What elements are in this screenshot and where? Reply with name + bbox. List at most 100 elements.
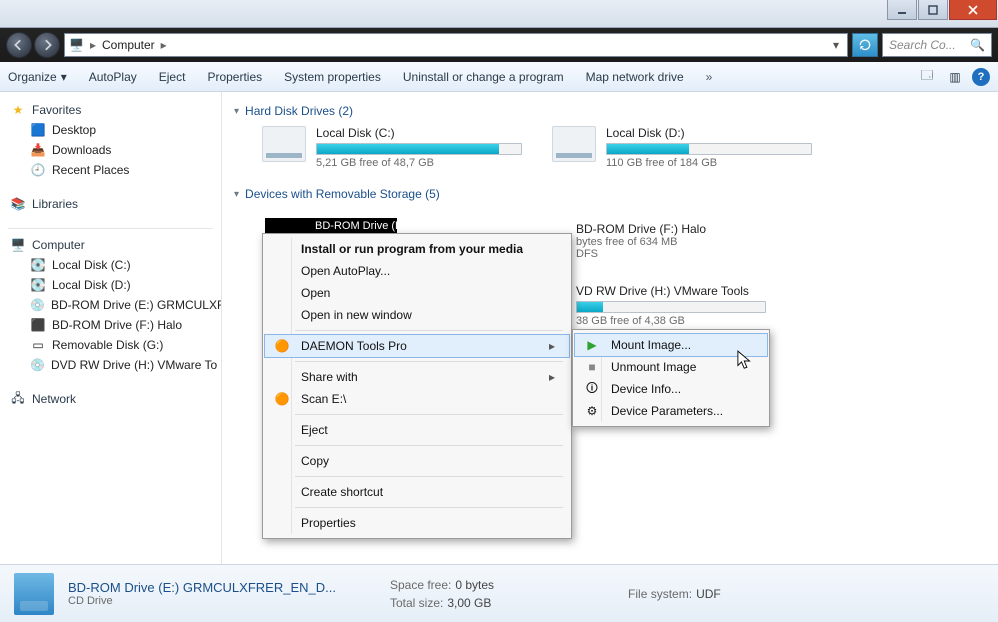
disk-icon: 💽 [30, 257, 46, 273]
usb-icon: ▭ [30, 337, 46, 353]
sub-unmount-image[interactable]: ■Unmount Image [575, 356, 767, 378]
search-box[interactable]: Search Co... 🔍 [882, 33, 992, 57]
search-placeholder: Search Co... [889, 38, 956, 52]
daemon-icon: 🟠 [273, 339, 291, 353]
sidebar-item-dvd-h[interactable]: 💿DVD RW Drive (H:) VMware To [4, 355, 217, 375]
sub-mount-image[interactable]: ▶Mount Image... [574, 333, 768, 357]
minimize-button[interactable] [887, 0, 917, 20]
ctx-eject[interactable]: Eject [265, 419, 569, 441]
capacity-bar [576, 301, 766, 313]
collapse-icon: ▾ [234, 189, 239, 200]
sidebar-item-local-d[interactable]: 💽Local Disk (D:) [4, 275, 217, 295]
category-removable[interactable]: ▾Devices with Removable Storage (5) [234, 187, 986, 201]
sub-device-info[interactable]: 🛈Device Info... [575, 378, 767, 400]
refresh-button[interactable] [852, 33, 878, 57]
status-filesystem: UDF [696, 587, 721, 601]
ctx-open-autoplay[interactable]: Open AutoPlay... [265, 260, 569, 282]
address-bar[interactable]: 🖥️ ▸ Computer ▸ ▾ [64, 33, 848, 57]
sidebar-item-local-c[interactable]: 💽Local Disk (C:) [4, 255, 217, 275]
breadcrumb[interactable]: Computer [102, 38, 155, 52]
drive-c[interactable]: Local Disk (C:) 5,21 GB free of 48,7 GB [262, 126, 522, 169]
close-button[interactable] [949, 0, 997, 20]
chevron-right-icon: ▸ [161, 38, 167, 52]
drive-f-label[interactable]: BD-ROM Drive (F:) Halo [576, 222, 706, 236]
sub-device-parameters[interactable]: ⚙Device Parameters... [575, 400, 767, 422]
ctx-share-with[interactable]: Share with▸ [265, 366, 569, 388]
capacity-bar [316, 143, 522, 155]
selected-item-type: CD Drive [68, 595, 336, 607]
ctx-daemon-tools[interactable]: 🟠DAEMON Tools Pro▸ [264, 334, 570, 358]
maximize-button[interactable] [918, 0, 948, 20]
details-pane: BD-ROM Drive (E:) GRMCULXFRER_EN_D... CD… [0, 564, 998, 622]
sidebar-item-desktop[interactable]: 🟦Desktop [4, 120, 217, 140]
selected-item-title: BD-ROM Drive (E:) GRMCULXFRER_EN_D... [68, 580, 336, 595]
system-properties-button[interactable]: System properties [284, 70, 381, 84]
chevron-right-icon: ▸ [90, 38, 96, 52]
address-dropdown[interactable]: ▾ [829, 38, 843, 52]
optical-icon: 💿 [30, 357, 45, 373]
properties-button[interactable]: Properties [207, 70, 262, 84]
overflow-button[interactable]: » [706, 70, 713, 84]
stop-icon: ■ [583, 360, 601, 374]
downloads-icon: 📥 [30, 142, 46, 158]
selected-item-icon [14, 573, 54, 615]
context-submenu: ▶Mount Image... ■Unmount Image 🛈Device I… [572, 329, 770, 427]
submenu-arrow-icon: ▸ [549, 370, 555, 384]
drive-d[interactable]: Local Disk (D:) 110 GB free of 184 GB [552, 126, 812, 169]
drive-f-line2: bytes free of 634 MB [576, 236, 706, 248]
drive-h-label[interactable]: VD RW Drive (H:) VMware Tools [576, 284, 766, 298]
uninstall-button[interactable]: Uninstall or change a program [403, 70, 564, 84]
sidebar-item-downloads[interactable]: 📥Downloads [4, 140, 217, 160]
favorites-group[interactable]: ★Favorites [4, 100, 217, 120]
preview-pane-button[interactable]: ▥ [944, 67, 966, 87]
sidebar-item-bd-f[interactable]: ⬛BD-ROM Drive (F:) Halo [4, 315, 217, 335]
back-button[interactable] [6, 32, 32, 58]
recent-icon: 🕘 [30, 162, 46, 178]
play-icon: ▶ [583, 338, 601, 352]
optical-icon: 💿 [30, 297, 45, 313]
status-space-free: 0 bytes [455, 578, 494, 592]
sidebar-item-recent[interactable]: 🕘Recent Places [4, 160, 217, 180]
autoplay-button[interactable]: AutoPlay [89, 70, 137, 84]
libraries-icon: 📚 [10, 196, 26, 212]
ctx-open[interactable]: Open [265, 282, 569, 304]
scan-icon: 🟠 [273, 392, 291, 406]
ctx-open-new-window[interactable]: Open in new window [265, 304, 569, 326]
drive-h-free: 38 GB free of 4,38 GB [576, 315, 766, 327]
window-titlebar [0, 0, 998, 28]
gear-icon: ⚙ [583, 404, 601, 418]
sidebar-item-removable-g[interactable]: ▭Removable Disk (G:) [4, 335, 217, 355]
command-bar: Organize ▾ AutoPlay Eject Properties Sys… [0, 62, 998, 92]
capacity-bar [606, 143, 812, 155]
search-icon: 🔍 [970, 38, 985, 52]
navigation-bar: 🖥️ ▸ Computer ▸ ▾ Search Co... 🔍 [0, 28, 998, 62]
disk-icon [262, 126, 306, 162]
ctx-scan[interactable]: 🟠Scan E:\ [265, 388, 569, 410]
view-mode-button[interactable]: 🗔 [916, 67, 938, 87]
libraries-group[interactable]: 📚Libraries [4, 194, 217, 214]
context-header: Install or run program from your media [265, 238, 569, 260]
chevron-down-icon: ▾ [61, 70, 67, 84]
map-drive-button[interactable]: Map network drive [586, 70, 684, 84]
category-hdd[interactable]: ▾Hard Disk Drives (2) [234, 104, 986, 118]
status-total-size: 3,00 GB [447, 596, 491, 610]
disk-icon [552, 126, 596, 162]
organize-menu[interactable]: Organize ▾ [8, 70, 67, 84]
forward-button[interactable] [34, 32, 60, 58]
ctx-properties[interactable]: Properties [265, 512, 569, 534]
star-icon: ★ [10, 102, 26, 118]
sidebar-item-bd-e[interactable]: 💿BD-ROM Drive (E:) GRMCULXF [4, 295, 217, 315]
eject-button[interactable]: Eject [159, 70, 186, 84]
navigation-pane: ★Favorites 🟦Desktop 📥Downloads 🕘Recent P… [0, 92, 222, 564]
context-menu: Install or run program from your media O… [262, 233, 572, 539]
computer-icon: 🖥️ [10, 237, 26, 253]
computer-group[interactable]: 🖥️Computer [4, 235, 217, 255]
desktop-icon: 🟦 [30, 122, 46, 138]
info-icon: 🛈 [583, 379, 601, 400]
collapse-icon: ▾ [234, 106, 239, 117]
computer-icon: 🖥️ [69, 38, 84, 52]
ctx-create-shortcut[interactable]: Create shortcut [265, 481, 569, 503]
ctx-copy[interactable]: Copy [265, 450, 569, 472]
help-button[interactable]: ? [972, 68, 990, 86]
network-group[interactable]: 🖧Network [4, 389, 217, 409]
